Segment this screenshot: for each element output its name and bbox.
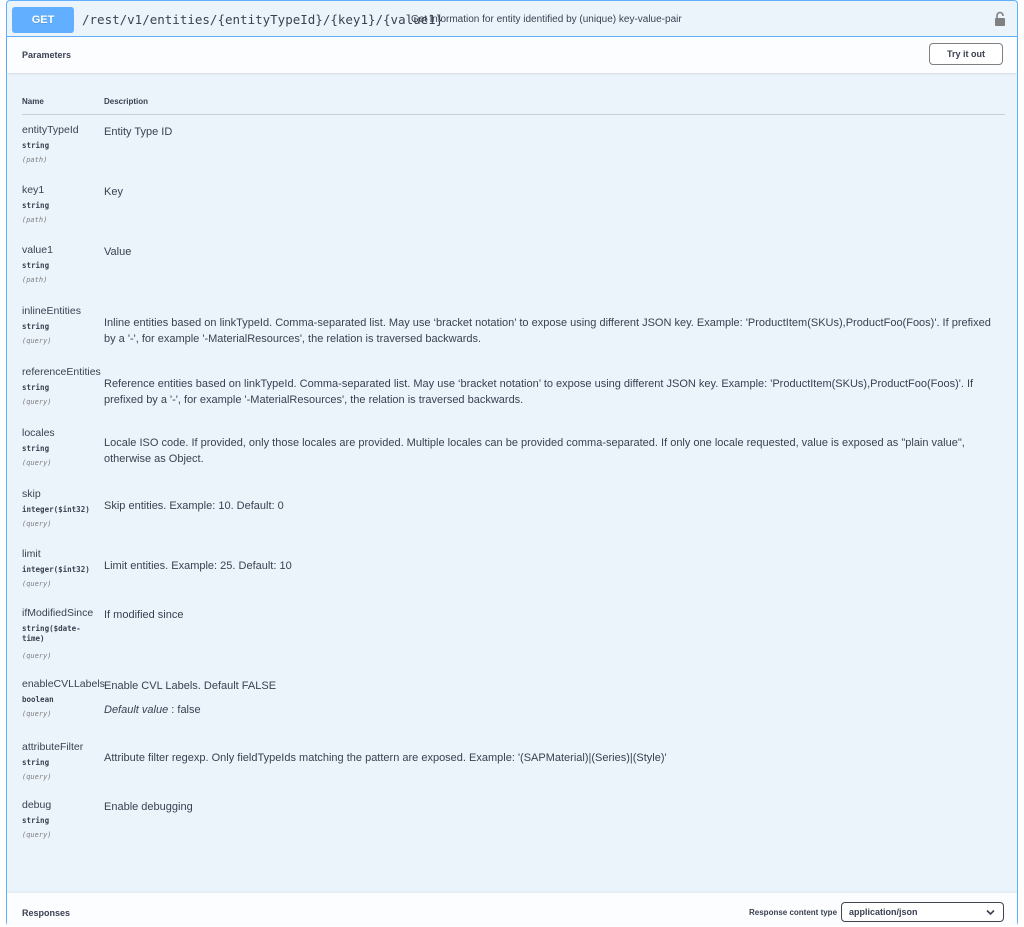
param-type: string [22, 444, 50, 453]
http-method-badge: GET [12, 7, 74, 33]
param-description: Key [104, 186, 123, 198]
param-type: string [22, 261, 50, 270]
parameters-title: Parameters [22, 50, 72, 60]
param-type: string [22, 816, 50, 825]
default-value-label: Default value [104, 704, 169, 716]
chevron-down-icon [986, 908, 995, 916]
parameters-table-header: Name Description [22, 97, 1005, 115]
param-name: ifModifiedSince [22, 607, 94, 619]
param-location: (query) [22, 580, 52, 588]
param-type: string [22, 141, 50, 150]
param-name: skip [22, 488, 41, 500]
param-name: debug [22, 799, 52, 811]
param-type: string [22, 758, 50, 767]
endpoint-path: /rest/v1/entities/{entityTypeId}/{key1}/… [82, 12, 444, 27]
parameters-header: Parameters Try it out [7, 37, 1017, 73]
param-location: (query) [22, 520, 52, 528]
operation-summary[interactable]: GET /rest/v1/entities/{entityTypeId}/{ke… [7, 1, 1017, 37]
param-description: Enable debugging [104, 801, 193, 813]
param-type: integer($int32) [22, 505, 90, 514]
responses-title: Responses [22, 908, 71, 918]
param-description: Locale ISO code. If provided, only those… [104, 437, 965, 465]
responses-header: Responses Response content type applicat… [7, 893, 1017, 927]
param-location: (query) [22, 459, 52, 467]
param-name: enableCVLLabels [22, 678, 105, 690]
column-description-header: Description [104, 97, 149, 106]
param-description: Skip entities. Example: 10. Default: 0 [104, 500, 284, 512]
param-type: string [22, 322, 50, 331]
selected-content-type: application/json [849, 907, 918, 917]
response-content-type-select[interactable]: application/json [841, 902, 1004, 922]
column-name-header: Name [22, 97, 44, 106]
param-description: Reference entities based on linkTypeId. … [104, 378, 974, 406]
param-location: (query) [22, 773, 52, 781]
lock-icon[interactable] [994, 11, 1006, 27]
param-location: (query) [22, 337, 52, 345]
param-description: If modified since [104, 609, 184, 621]
param-type: string($date-time) [22, 624, 81, 643]
param-type: integer($int32) [22, 565, 90, 574]
param-name: entityTypeId [22, 124, 79, 136]
param-location: (query) [22, 831, 52, 839]
param-location: (path) [22, 216, 48, 224]
param-description: Enable CVL Labels. Default FALSE [104, 680, 277, 692]
param-location: (query) [22, 652, 52, 660]
param-name: locales [22, 427, 55, 439]
param-location: (path) [22, 156, 48, 164]
param-description: Attribute filter regexp. Only fieldTypeI… [104, 752, 667, 764]
param-location: (query) [22, 710, 52, 718]
param-type: boolean [22, 695, 54, 704]
param-type: string [22, 383, 50, 392]
try-it-out-button[interactable]: Try it out [929, 43, 1003, 65]
param-location: (path) [22, 276, 48, 284]
param-name: inlineEntities [22, 305, 81, 317]
param-type: string [22, 201, 50, 210]
param-description: Limit entities. Example: 25. Default: 10 [104, 560, 292, 572]
param-name: value1 [22, 244, 53, 256]
operation-block: GET /rest/v1/entities/{entityTypeId}/{ke… [6, 0, 1018, 927]
operation-summary-text: Get information for entity identified by… [411, 14, 682, 25]
param-name: key1 [22, 184, 45, 196]
default-value: : false [168, 704, 201, 716]
param-location: (query) [22, 398, 52, 406]
param-description: Value [104, 246, 132, 258]
param-name: referenceEntities [22, 366, 101, 378]
param-name: attributeFilter [22, 741, 84, 753]
param-name: limit [22, 548, 41, 560]
param-description: Inline entities based on linkTypeId. Com… [104, 317, 991, 345]
param-default: Default value : false [104, 704, 201, 716]
param-description: Entity Type ID [104, 126, 173, 138]
response-content-type-label: Response content type [749, 908, 838, 917]
